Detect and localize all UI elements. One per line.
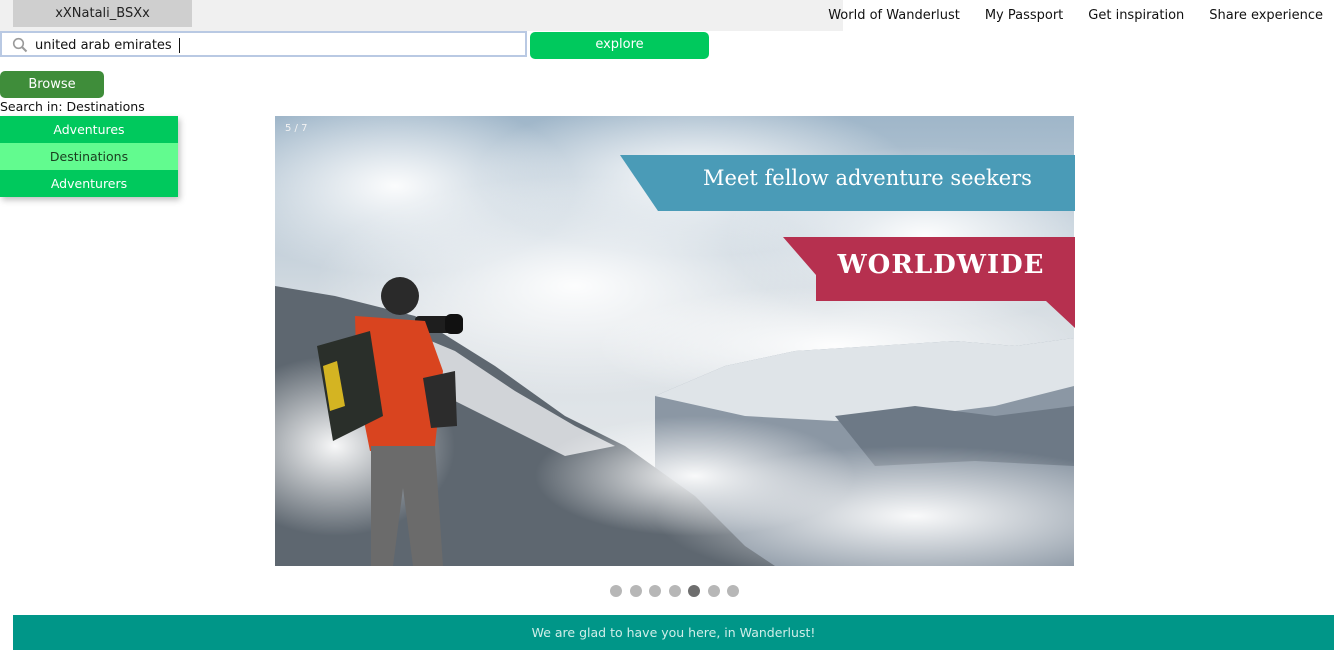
carousel-dot-7[interactable] bbox=[727, 585, 739, 597]
search-icon bbox=[12, 37, 28, 53]
slide-counter: 5 / 7 bbox=[285, 123, 308, 134]
carousel-dot-4[interactable] bbox=[668, 585, 681, 597]
nav-share-experience[interactable]: Share experience bbox=[1209, 8, 1323, 23]
footer-banner: We are glad to have you here, in Wanderl… bbox=[13, 615, 1334, 650]
text-caret bbox=[179, 38, 180, 53]
dropdown-item-adventurers[interactable]: Adventurers bbox=[0, 170, 178, 197]
search-box bbox=[0, 31, 527, 57]
dropdown-item-adventures[interactable]: Adventures bbox=[0, 116, 178, 143]
main-nav: World of Wanderlust My Passport Get insp… bbox=[828, 0, 1323, 31]
search-input[interactable] bbox=[35, 35, 515, 55]
carousel-dot-6[interactable] bbox=[707, 585, 720, 597]
explore-button[interactable]: explore bbox=[530, 32, 709, 59]
user-tab[interactable]: xXNatali_BSXx bbox=[13, 0, 192, 27]
carousel-dot-1[interactable] bbox=[610, 585, 622, 597]
nav-world-of-wanderlust[interactable]: World of Wanderlust bbox=[828, 8, 960, 23]
carousel-dot-5[interactable] bbox=[688, 585, 700, 597]
carousel-pagination bbox=[610, 585, 739, 597]
category-dropdown: Adventures Destinations Adventurers bbox=[0, 116, 178, 197]
search-in-label: Search in: Destinations bbox=[0, 99, 145, 114]
banner-top-text: Meet fellow adventure seekers bbox=[703, 166, 1032, 190]
nav-my-passport[interactable]: My Passport bbox=[985, 8, 1063, 23]
carousel-dot-2[interactable] bbox=[629, 585, 642, 597]
nav-get-inspiration[interactable]: Get inspiration bbox=[1088, 8, 1184, 23]
browse-button[interactable]: Browse bbox=[0, 71, 104, 98]
dropdown-item-destinations[interactable]: Destinations bbox=[0, 143, 178, 170]
banner-bottom-text: WORLDWIDE bbox=[837, 250, 1045, 280]
carousel-dot-3[interactable] bbox=[649, 585, 661, 597]
